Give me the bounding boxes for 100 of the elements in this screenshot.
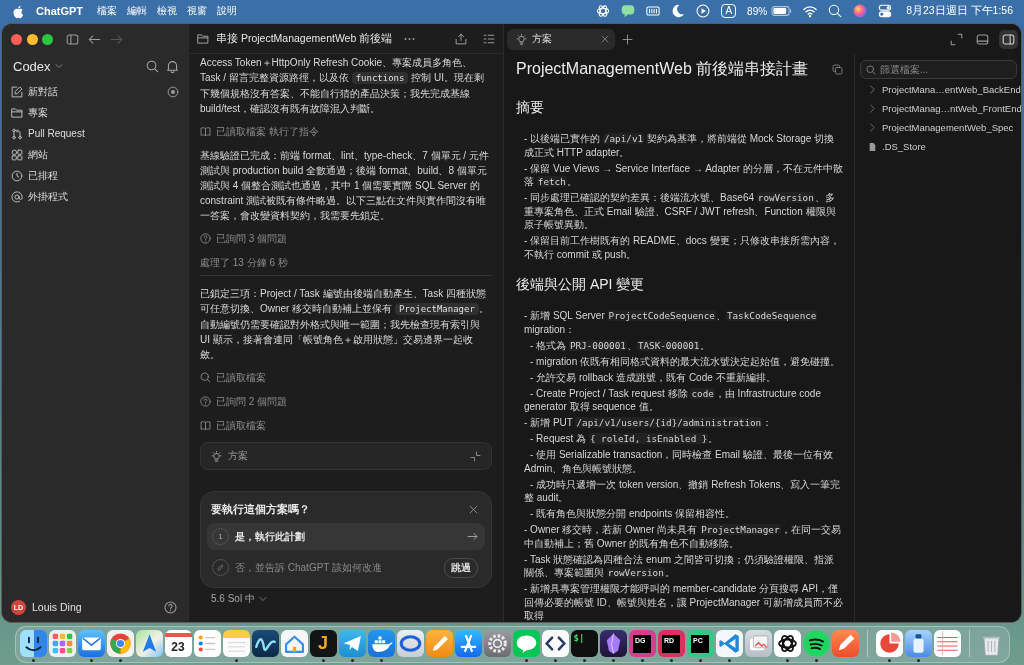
light-bulb-icon <box>516 33 527 45</box>
bell-icon[interactable] <box>166 59 179 73</box>
chevron-down-icon <box>54 62 63 70</box>
envelope-app-icon[interactable] <box>77 630 105 657</box>
code-brackets-app-icon[interactable] <box>541 630 569 657</box>
approval-option[interactable]: 1 是，執行此計劃 <box>207 523 485 550</box>
lined-page-app-icon[interactable] <box>933 630 961 657</box>
at-sign-icon <box>11 190 23 203</box>
activity-summary[interactable]: 已詢問 3 個問題 <box>216 231 288 246</box>
menu-bar-clock[interactable]: 8月23日週日 下午1:56 <box>906 4 1013 18</box>
activity-summary[interactable]: 已讀取檔案 <box>216 370 266 385</box>
window-minimize-button[interactable] <box>26 33 38 45</box>
folder-icon <box>197 32 209 45</box>
activity-summary[interactable]: 已讀取檔案 執行了指令 <box>216 124 319 139</box>
paper-plane-app-icon[interactable] <box>338 630 366 657</box>
window-zoom-button[interactable] <box>42 33 53 45</box>
pencil-app-icon[interactable] <box>425 630 453 657</box>
plan-card[interactable]: 方案 <box>200 442 492 470</box>
activity-summary[interactable]: 已詢問 2 個問題 <box>216 394 288 409</box>
list-item: - 新增具專案管理權限才能呼叫的 member-candidate 分頁搜尋 API，僅回傳必要的帳號 ID、帳號與姓名，讓 ProjectManager 可新增成員而不必取得 <box>524 582 843 622</box>
nav-item[interactable]: Pull Request <box>6 123 184 144</box>
smiling-face-app-icon[interactable] <box>19 630 47 657</box>
file-icon <box>868 141 877 152</box>
colored-grid-app-icon[interactable] <box>48 630 76 657</box>
menu-item[interactable]: 視窗 <box>187 4 208 18</box>
file-tree-item[interactable]: ProjectManagementWeb_Spec <box>860 118 1017 137</box>
knot-icon[interactable] <box>596 4 611 18</box>
tab[interactable]: 方案 <box>507 28 615 50</box>
play-circle-icon[interactable] <box>696 4 711 18</box>
list-item: - Owner 移交時，若新 Owner 尚未具有 ProjectManager，在同一交易中自動補上；舊 Owner 的既有角色不自動移除。 <box>524 523 842 550</box>
help-icon[interactable] <box>164 600 177 614</box>
menu-item[interactable]: 說明 <box>217 4 238 18</box>
list-item: - 使用 Serializable transaction，同時檢查 Email 驗證、最後一位有效 Admin、角色與帳號狀態。 <box>524 448 834 475</box>
control-toggles-icon[interactable] <box>878 4 893 18</box>
calendar-app-icon[interactable]: 23 <box>164 630 192 657</box>
colorful-orb-icon[interactable] <box>853 4 868 18</box>
close-icon[interactable] <box>601 35 609 43</box>
list-item: - 保留目前工作樹既有的 README、docs 變更；只修改串接所需內容，不執行 commit 或 push。 <box>524 234 841 261</box>
clock-icon <box>11 169 23 182</box>
close-icon[interactable] <box>469 505 478 514</box>
crossed-sticks-app-icon[interactable] <box>454 630 482 657</box>
file-tree-item[interactable]: .DS_Store <box>860 137 1017 156</box>
feedback-input[interactable]: 否，並告訴 ChatGPT 該如何改進 <box>235 562 438 573</box>
checklist-app-icon[interactable] <box>193 630 221 657</box>
sound-arcs-app-icon[interactable] <box>802 630 830 657</box>
nav-item[interactable]: 新對話 <box>6 81 184 102</box>
battery-percentage: 89% <box>747 5 768 17</box>
bottle-app-icon[interactable] <box>904 630 932 657</box>
pen-app-icon[interactable] <box>831 630 859 657</box>
input-source-indicator[interactable]: A <box>721 4 737 18</box>
nav-item[interactable]: 專案 <box>6 102 184 123</box>
dot-circle-icon[interactable] <box>167 85 179 98</box>
workspace-switcher[interactable]: Codex <box>13 58 63 74</box>
battery-icon[interactable] <box>771 4 793 18</box>
share-icon[interactable] <box>455 32 467 45</box>
moon-icon[interactable] <box>671 4 686 18</box>
menu-item[interactable]: 檔案 <box>97 4 118 18</box>
wave-line-app-icon[interactable] <box>251 630 279 657</box>
tricolor-circle-app-icon[interactable] <box>106 630 134 657</box>
nav-item[interactable]: 外掛程式 <box>6 186 184 207</box>
apple-icon[interactable] <box>12 3 25 19</box>
sidebar-toggle-icon[interactable] <box>999 29 1018 49</box>
crystal-app-icon[interactable] <box>599 630 627 657</box>
ring-app-icon[interactable] <box>396 630 424 657</box>
activity-summary[interactable]: 已讀取檔案 <box>216 418 266 433</box>
list-item: - Request 為 { roleId, isEnabled }。 <box>529 432 720 446</box>
model-selector[interactable]: 5.6 Sol 中 <box>211 592 267 606</box>
sidebar-toggle-icon[interactable] <box>65 32 79 46</box>
terminal-app-icon[interactable]: $| <box>570 630 598 657</box>
pie-app-icon[interactable] <box>875 630 903 657</box>
chat-bubble-icon[interactable] <box>621 4 636 18</box>
search-icon <box>200 372 211 383</box>
search-icon[interactable] <box>828 4 843 18</box>
copy-icon[interactable] <box>832 63 843 75</box>
list-item: - 以後端已實作的 /api/v1 契約為基準，將前端從 Mock Storage 切換成正式 HTTP adapter。 <box>524 132 836 159</box>
file-filter-field[interactable]: 篩選檔案... <box>860 60 1017 79</box>
menu-item[interactable]: 檢視 <box>157 4 178 18</box>
search-icon <box>866 64 876 75</box>
gear-app-icon[interactable] <box>483 630 511 657</box>
approval-option[interactable]: 否，並告訴 ChatGPT 該如何改進 跳過 <box>207 554 485 581</box>
app-menu[interactable]: ChatGPT <box>36 5 84 17</box>
user-name[interactable]: Louis Ding <box>32 601 82 613</box>
nav-item[interactable]: 網站 <box>6 144 184 165</box>
back-arrow-icon[interactable] <box>87 32 101 46</box>
window-close-button[interactable] <box>11 33 22 45</box>
menu-item[interactable]: 編輯 <box>127 4 148 18</box>
search-icon[interactable] <box>146 59 159 73</box>
bars-icon[interactable] <box>646 4 661 18</box>
wifi-icon[interactable] <box>803 4 818 18</box>
map-arrow-app-icon[interactable] <box>135 630 163 657</box>
list-item: - 新增 SQL Server ProjectCodeSequence、TaskCodeSequence migration： <box>524 309 819 336</box>
ribbon-app-icon[interactable] <box>715 630 743 657</box>
whale-app-icon[interactable] <box>367 630 395 657</box>
plus-icon[interactable] <box>622 33 633 45</box>
knot-app-icon[interactable] <box>773 630 801 657</box>
letter-app-icon[interactable]: J <box>309 630 337 657</box>
checklist-icon[interactable] <box>483 32 495 45</box>
collapse-icon[interactable] <box>470 450 481 462</box>
skip-button[interactable]: 跳過 <box>444 557 478 578</box>
nav-item[interactable]: 已排程 <box>6 165 184 186</box>
